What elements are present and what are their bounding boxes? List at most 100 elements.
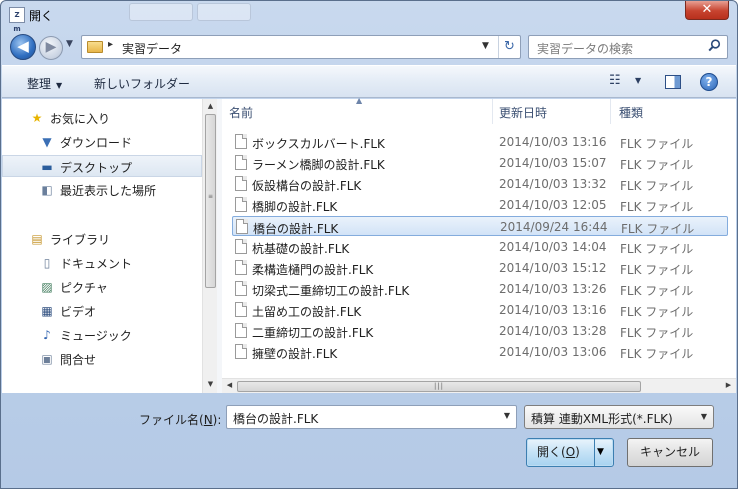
file-type: FLK ファイル <box>621 222 695 236</box>
view-options-dropdown[interactable]: ▼ <box>635 76 641 85</box>
column-header-date[interactable]: 更新日時 <box>492 99 610 124</box>
scroll-down-icon[interactable]: ▼ <box>203 380 218 388</box>
file-date: 2014/10/03 13:32 <box>499 177 607 191</box>
file-type: FLK ファイル <box>620 305 694 319</box>
file-row[interactable]: ボックスカルバート.FLK 2014/10/03 13:16 FLK ファイル <box>232 132 728 152</box>
sidebar-item-music[interactable]: ♪ ミュージック <box>2 324 202 346</box>
column-header-type[interactable]: 種類 <box>612 99 736 124</box>
split-divider <box>594 439 595 466</box>
file-name: 橋脚の設計.FLK <box>252 200 338 214</box>
file-type: FLK ファイル <box>620 137 694 151</box>
file-icon <box>235 260 247 275</box>
search-input[interactable]: 実習データの検索 <box>537 40 633 57</box>
file-type: FLK ファイル <box>620 326 694 340</box>
file-date: 2014/10/03 13:16 <box>499 303 607 317</box>
file-row[interactable]: ラーメン橋脚の設計.FLK 2014/10/03 15:07 FLK ファイル <box>232 153 728 173</box>
sidebar-item-downloads[interactable]: ▼ ダウンロード <box>2 131 202 153</box>
open-options-dropdown-icon[interactable]: ▼ <box>597 439 604 465</box>
file-date: 2014/10/03 14:04 <box>499 240 607 254</box>
filename-dropdown-icon[interactable]: ▼ <box>504 411 510 420</box>
file-name: 切梁式二重締切工の設計.FLK <box>252 284 410 298</box>
horizontal-scrollbar[interactable]: ◀ ||| ▶ <box>222 378 736 393</box>
horizontal-scroll-thumb[interactable]: ||| <box>237 381 641 392</box>
scroll-right-icon[interactable]: ▶ <box>721 381 736 389</box>
file-row[interactable]: 橋台の設計.FLK 2014/09/24 16:44 FLK ファイル <box>232 216 728 236</box>
sidebar-item-documents[interactable]: ▯ ドキュメント <box>2 252 202 274</box>
forward-button[interactable]: ▶ <box>39 36 63 60</box>
scroll-left-icon[interactable]: ◀ <box>222 381 237 389</box>
help-icon[interactable]: ? <box>700 73 718 91</box>
command-toolbar: 整理 ▼ 新しいフォルダー ☷ ▼ ? <box>2 65 736 98</box>
search-box[interactable]: 実習データの検索 <box>528 35 728 59</box>
library-icon: ▤ <box>31 232 43 246</box>
cancel-button[interactable]: キャンセル <box>627 438 713 467</box>
preview-pane-icon[interactable] <box>665 75 681 89</box>
sidebar-item-desktop[interactable]: ▬ デスクトップ <box>2 155 202 177</box>
scroll-up-icon[interactable]: ▲ <box>203 102 218 110</box>
file-icon <box>235 239 247 254</box>
file-type-filter-value: 積算 連動XML形式(*.FLK) <box>531 412 673 426</box>
filename-label: ファイル名(N): <box>139 413 222 427</box>
file-type: FLK ファイル <box>620 347 694 361</box>
sidebar-scroll-thumb[interactable]: ≡ <box>205 114 216 288</box>
file-row[interactable]: 仮設構台の設計.FLK 2014/10/03 13:32 FLK ファイル <box>232 174 728 194</box>
view-options-icon[interactable]: ☷ <box>609 73 621 88</box>
file-row[interactable]: 柔構造樋門の設計.FLK 2014/10/03 15:12 FLK ファイル <box>232 258 728 278</box>
file-row[interactable]: 土留め工の設計.FLK 2014/10/03 13:16 FLK ファイル <box>232 300 728 320</box>
sidebar-scrollbar[interactable]: ▲ ≡ ▼ <box>202 99 217 393</box>
refresh-button[interactable]: ↻ <box>498 36 520 58</box>
desktop-icon: ▬ <box>41 160 53 174</box>
column-header-name[interactable]: 名前 ▲ <box>222 96 478 124</box>
file-name: 橋台の設計.FLK <box>253 222 339 236</box>
sidebar-item-favorites[interactable]: ★ お気に入り <box>2 107 202 129</box>
videos-icon: ▦ <box>41 304 53 318</box>
file-name: 仮設構台の設計.FLK <box>252 179 362 193</box>
file-icon <box>235 302 247 317</box>
breadcrumb-separator-icon[interactable]: ▸ <box>108 39 113 50</box>
column-date-label: 更新日時 <box>499 106 548 120</box>
organize-menu-button[interactable]: 整理 ▼ <box>27 75 62 92</box>
documents-icon: ▯ <box>43 256 51 270</box>
file-row[interactable]: 橋脚の設計.FLK 2014/10/03 12:05 FLK ファイル <box>232 195 728 215</box>
file-date: 2014/10/03 13:26 <box>499 282 607 296</box>
recent-locations-dropdown[interactable]: ▼ <box>66 39 73 49</box>
close-button[interactable]: ✕ <box>685 1 729 20</box>
file-type-filter-select[interactable]: 積算 連動XML形式(*.FLK) ▼ <box>524 405 714 429</box>
file-icon <box>235 281 247 296</box>
file-name: 擁壁の設計.FLK <box>252 347 338 361</box>
filename-input[interactable]: 橋台の設計.FLK ▼ <box>226 405 517 429</box>
sidebar-item-libraries[interactable]: ▤ ライブラリ <box>2 228 202 250</box>
file-name: ボックスカルバート.FLK <box>252 137 385 151</box>
file-row[interactable]: 二重締切工の設計.FLK 2014/10/03 13:28 FLK ファイル <box>232 321 728 341</box>
column-name-label: 名前 <box>229 106 254 120</box>
window-title: 開く <box>29 9 54 23</box>
file-row[interactable]: 擁壁の設計.FLK 2014/10/03 13:06 FLK ファイル <box>232 342 728 362</box>
open-button[interactable]: 開く(O) ▼ <box>526 438 614 467</box>
sidebar-item-pictures[interactable]: ▨ ピクチャ <box>2 276 202 298</box>
sidebar-item-label: 最近表示した場所 <box>60 184 157 198</box>
file-date: 2014/10/03 12:05 <box>499 198 607 212</box>
sidebar-item-inquiry[interactable]: ▣ 問合せ <box>2 348 202 370</box>
sidebar-item-label: 問合せ <box>60 353 97 367</box>
filename-value[interactable]: 橋台の設計.FLK <box>233 412 318 426</box>
breadcrumb-current-folder[interactable]: 実習データ <box>122 40 182 57</box>
file-row[interactable]: 切梁式二重締切工の設計.FLK 2014/10/03 13:26 FLK ファイル <box>232 279 728 299</box>
back-button[interactable]: ◀ <box>10 34 36 60</box>
sidebar-item-label: ミュージック <box>60 329 132 343</box>
file-type: FLK ファイル <box>620 284 694 298</box>
file-row[interactable]: 杭基礎の設計.FLK 2014/10/03 14:04 FLK ファイル <box>232 237 728 257</box>
sidebar-item-videos[interactable]: ▦ ビデオ <box>2 300 202 322</box>
sidebar-item-label: デスクトップ <box>60 161 133 175</box>
new-folder-button[interactable]: 新しいフォルダー <box>94 75 190 92</box>
address-dropdown[interactable]: ▼ <box>482 41 489 51</box>
search-icon[interactable] <box>708 39 721 56</box>
address-bar[interactable]: ▸ 実習データ ▼ ↻ <box>81 35 521 59</box>
sidebar-item-recent-places[interactable]: ◧ 最近表示した場所 <box>2 179 202 201</box>
file-icon <box>235 197 247 212</box>
background-window-button <box>197 3 251 21</box>
close-icon: ✕ <box>701 2 713 17</box>
column-divider[interactable] <box>610 99 611 124</box>
file-type: FLK ファイル <box>620 200 694 214</box>
file-icon <box>235 344 247 359</box>
column-type-label: 種類 <box>619 106 644 120</box>
